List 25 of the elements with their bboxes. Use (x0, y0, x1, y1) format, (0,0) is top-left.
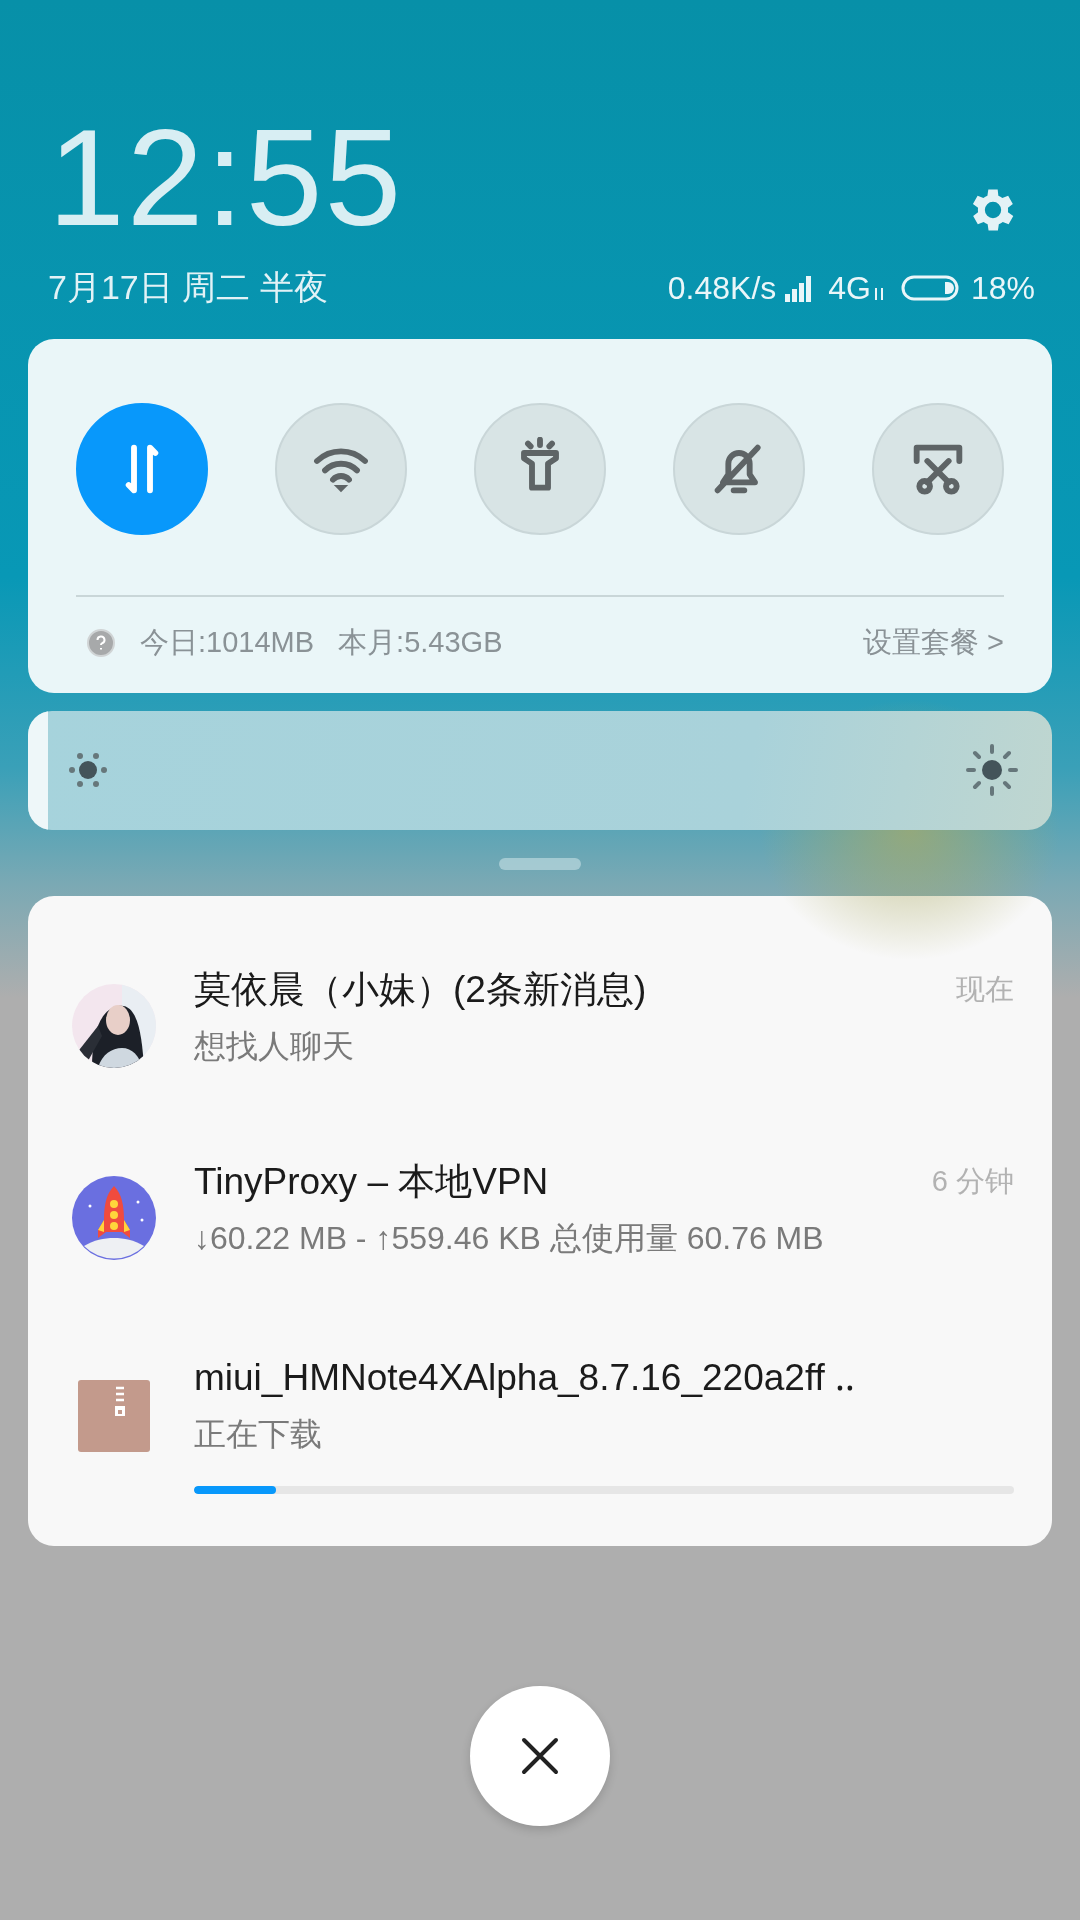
rocket-icon (72, 1175, 156, 1260)
drag-handle[interactable] (499, 857, 581, 870)
notification-time: 6 分钟 (931, 1163, 1014, 1199)
notification-text: 正在下载 (194, 1414, 323, 1454)
battery-percent: 18% (970, 268, 1035, 308)
notification-text: ↓60.22 MB - ↑559.46 KB 总使用量 60.76 MB (194, 1218, 825, 1258)
data-today: 今日:1014MB (140, 625, 315, 660)
brightness-low-icon (68, 750, 108, 790)
plan-settings-link[interactable]: 设置套餐 > (863, 621, 1004, 665)
network-type: 4G (828, 268, 871, 308)
transfer-icon (872, 285, 885, 302)
close-icon (520, 1736, 560, 1776)
data-month: 本月:5.43GB (338, 625, 503, 660)
notification-title: miui_HMNote4XAlpha_8.7.16_220a2ff ‥ (194, 1355, 856, 1400)
clock-time: 12:55 (48, 108, 404, 246)
notification-time: 现在 (956, 971, 1014, 1007)
brightness-high-icon (966, 744, 1018, 796)
network-speed: 0.48K/s (667, 268, 777, 308)
notification-title: TinyProxy – 本地VPN (194, 1159, 549, 1204)
notification-title: 莫依晨（小妹）(2条新消息) (194, 967, 647, 1012)
help-icon[interactable] (86, 627, 116, 658)
brightness-slider[interactable] (28, 710, 1052, 830)
clock-date: 7月17日 周二 半夜 (48, 267, 328, 308)
battery-icon (900, 273, 959, 302)
notification-text: 想找人聊天 (194, 1026, 355, 1066)
